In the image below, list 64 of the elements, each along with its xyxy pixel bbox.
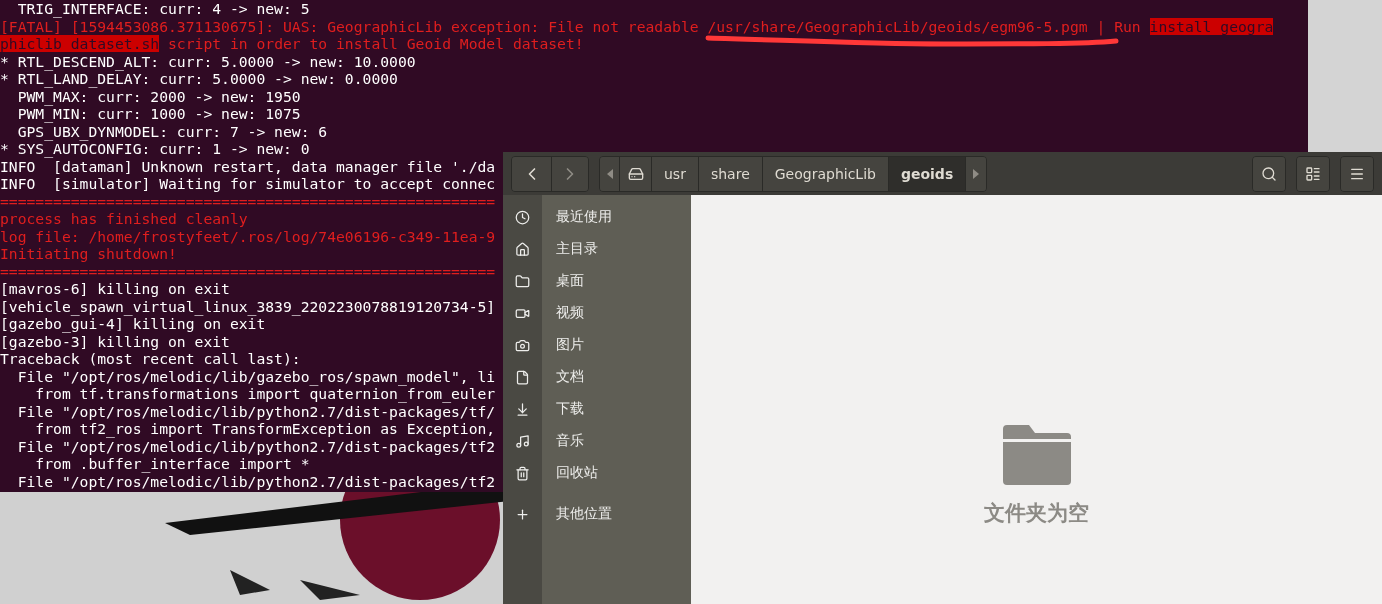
terminal-line: log file: /home/frostyfeet/.ros/log/74e06196-c349-11ea-9: [0, 227, 496, 245]
triangle-right-icon: [973, 168, 980, 179]
terminal-line: [FATAL] [1594453086.371130675]: UAS: GeographicLib exception: File not readable /usr/share/GeographicLib/geoids/egm96-5.pgm | Run install geogra: [0, 17, 1274, 35]
terminal-line: File "/opt/ros/melodic/lib/python2.7/dist-packages/tf2: [16, 437, 496, 455]
terminal-line: [gazebo-3] killing on exit: [0, 332, 230, 350]
terminal-line: [mavros-6] killing on exit: [0, 280, 230, 298]
sidebar-item[interactable]: 其他位置: [503, 498, 691, 530]
terminal-line: [gazebo_gui-4] killing on exit: [0, 315, 266, 333]
terminal-line: ========================================================: [0, 192, 496, 210]
terminal-line: from .buffer_interface import *: [34, 455, 310, 473]
terminal-line: from tf2_ros import TransformException as Exception,: [34, 420, 496, 438]
path-button[interactable]: usr: [652, 156, 699, 191]
sidebar-item[interactable]: 文档: [503, 361, 691, 393]
sidebar-item[interactable]: 音乐: [503, 425, 691, 457]
clock-icon: [515, 209, 530, 225]
trash-icon: [515, 465, 530, 481]
terminal-line: INFO [dataman] Unknown restart, data manager file './da: [0, 157, 496, 175]
terminal-line: * RTL_DESCEND_ALT: curr: 5.0000 -> new: 10.0000: [0, 52, 416, 70]
terminal-line: Initiating shutdown!: [0, 245, 177, 263]
music-icon: [515, 433, 530, 449]
terminal-line: * SYS_AUTOCONFIG: curr: 1 -> new: 0: [0, 140, 310, 158]
drive-icon: [627, 165, 644, 182]
empty-folder-message: 文件夹为空: [984, 499, 1089, 527]
terminal-line: PWM_MAX: curr: 2000 -> new: 1950: [16, 87, 301, 105]
sidebar-item[interactable]: 视频: [503, 297, 691, 329]
search-icon: [1261, 165, 1277, 182]
terminal-line: TRIG_INTERFACE: curr: 4 -> new: 5: [16, 0, 310, 18]
view-toggle-button[interactable]: [1297, 156, 1329, 191]
triangle-left-icon: [606, 168, 613, 179]
terminal-line: [vehicle_spawn_virtual_linux_3839_2202230078819120734-5]: [0, 297, 496, 315]
sidebar-item[interactable]: 回收站: [503, 457, 691, 489]
terminal-line: INFO [simulator] Waiting for simulator to accept connec: [0, 175, 496, 193]
menu-button[interactable]: [1341, 156, 1373, 191]
download-icon: [515, 401, 530, 417]
document-icon: [515, 369, 530, 385]
terminal-line: GPS_UBX_DYNMODEL: curr: 7 -> new: 6: [16, 122, 328, 140]
path-button[interactable]: share: [698, 156, 763, 191]
terminal-line: File "/opt/ros/melodic/lib/python2.7/dist-packages/tf2: [16, 472, 496, 490]
terminal-line: ========================================================: [0, 262, 496, 280]
scroll-right-button[interactable]: [966, 156, 987, 191]
plus-icon: [515, 506, 530, 522]
list-view-icon: [1305, 165, 1321, 182]
terminal-line: process has finished cleanly: [0, 210, 248, 228]
terminal-line: * RTL_LAND_DELAY: curr: 5.0000 -> new: 0.0000: [0, 70, 398, 88]
sidebar-item[interactable]: 桌面: [503, 265, 691, 297]
camera-icon: [515, 337, 530, 353]
search-button[interactable]: [1253, 156, 1285, 191]
folder-icon: [1000, 422, 1073, 485]
sidebar-item[interactable]: 图片: [503, 329, 691, 361]
folder-icon: [515, 273, 530, 289]
terminal-line: phiclib_dataset.sh script in order to install Geoid Model dataset!: [0, 35, 584, 53]
scroll-left-button[interactable]: [600, 156, 620, 191]
sidebar-item[interactable]: 主目录: [503, 233, 691, 265]
path-button[interactable]: GeographicLib: [762, 156, 889, 191]
disk-button[interactable]: [620, 156, 652, 191]
terminal-line: File "/opt/ros/melodic/lib/gazebo_ros/spawn_model", li: [16, 367, 496, 385]
home-icon: [515, 241, 530, 257]
terminal-line: File "/opt/ros/melodic/lib/python2.7/dist-packages/tf/: [16, 402, 496, 420]
terminal-line: Traceback (most recent call last):: [0, 350, 301, 368]
sidebar-item[interactable]: 下载: [503, 393, 691, 425]
terminal-line: from tf.transformations import quaternion_from_euler: [34, 385, 496, 403]
terminal-line: PWM_MIN: curr: 1000 -> new: 1075: [16, 105, 301, 123]
path-button[interactable]: geoids: [888, 156, 967, 191]
sidebar-item[interactable]: 最近使用: [503, 201, 691, 233]
